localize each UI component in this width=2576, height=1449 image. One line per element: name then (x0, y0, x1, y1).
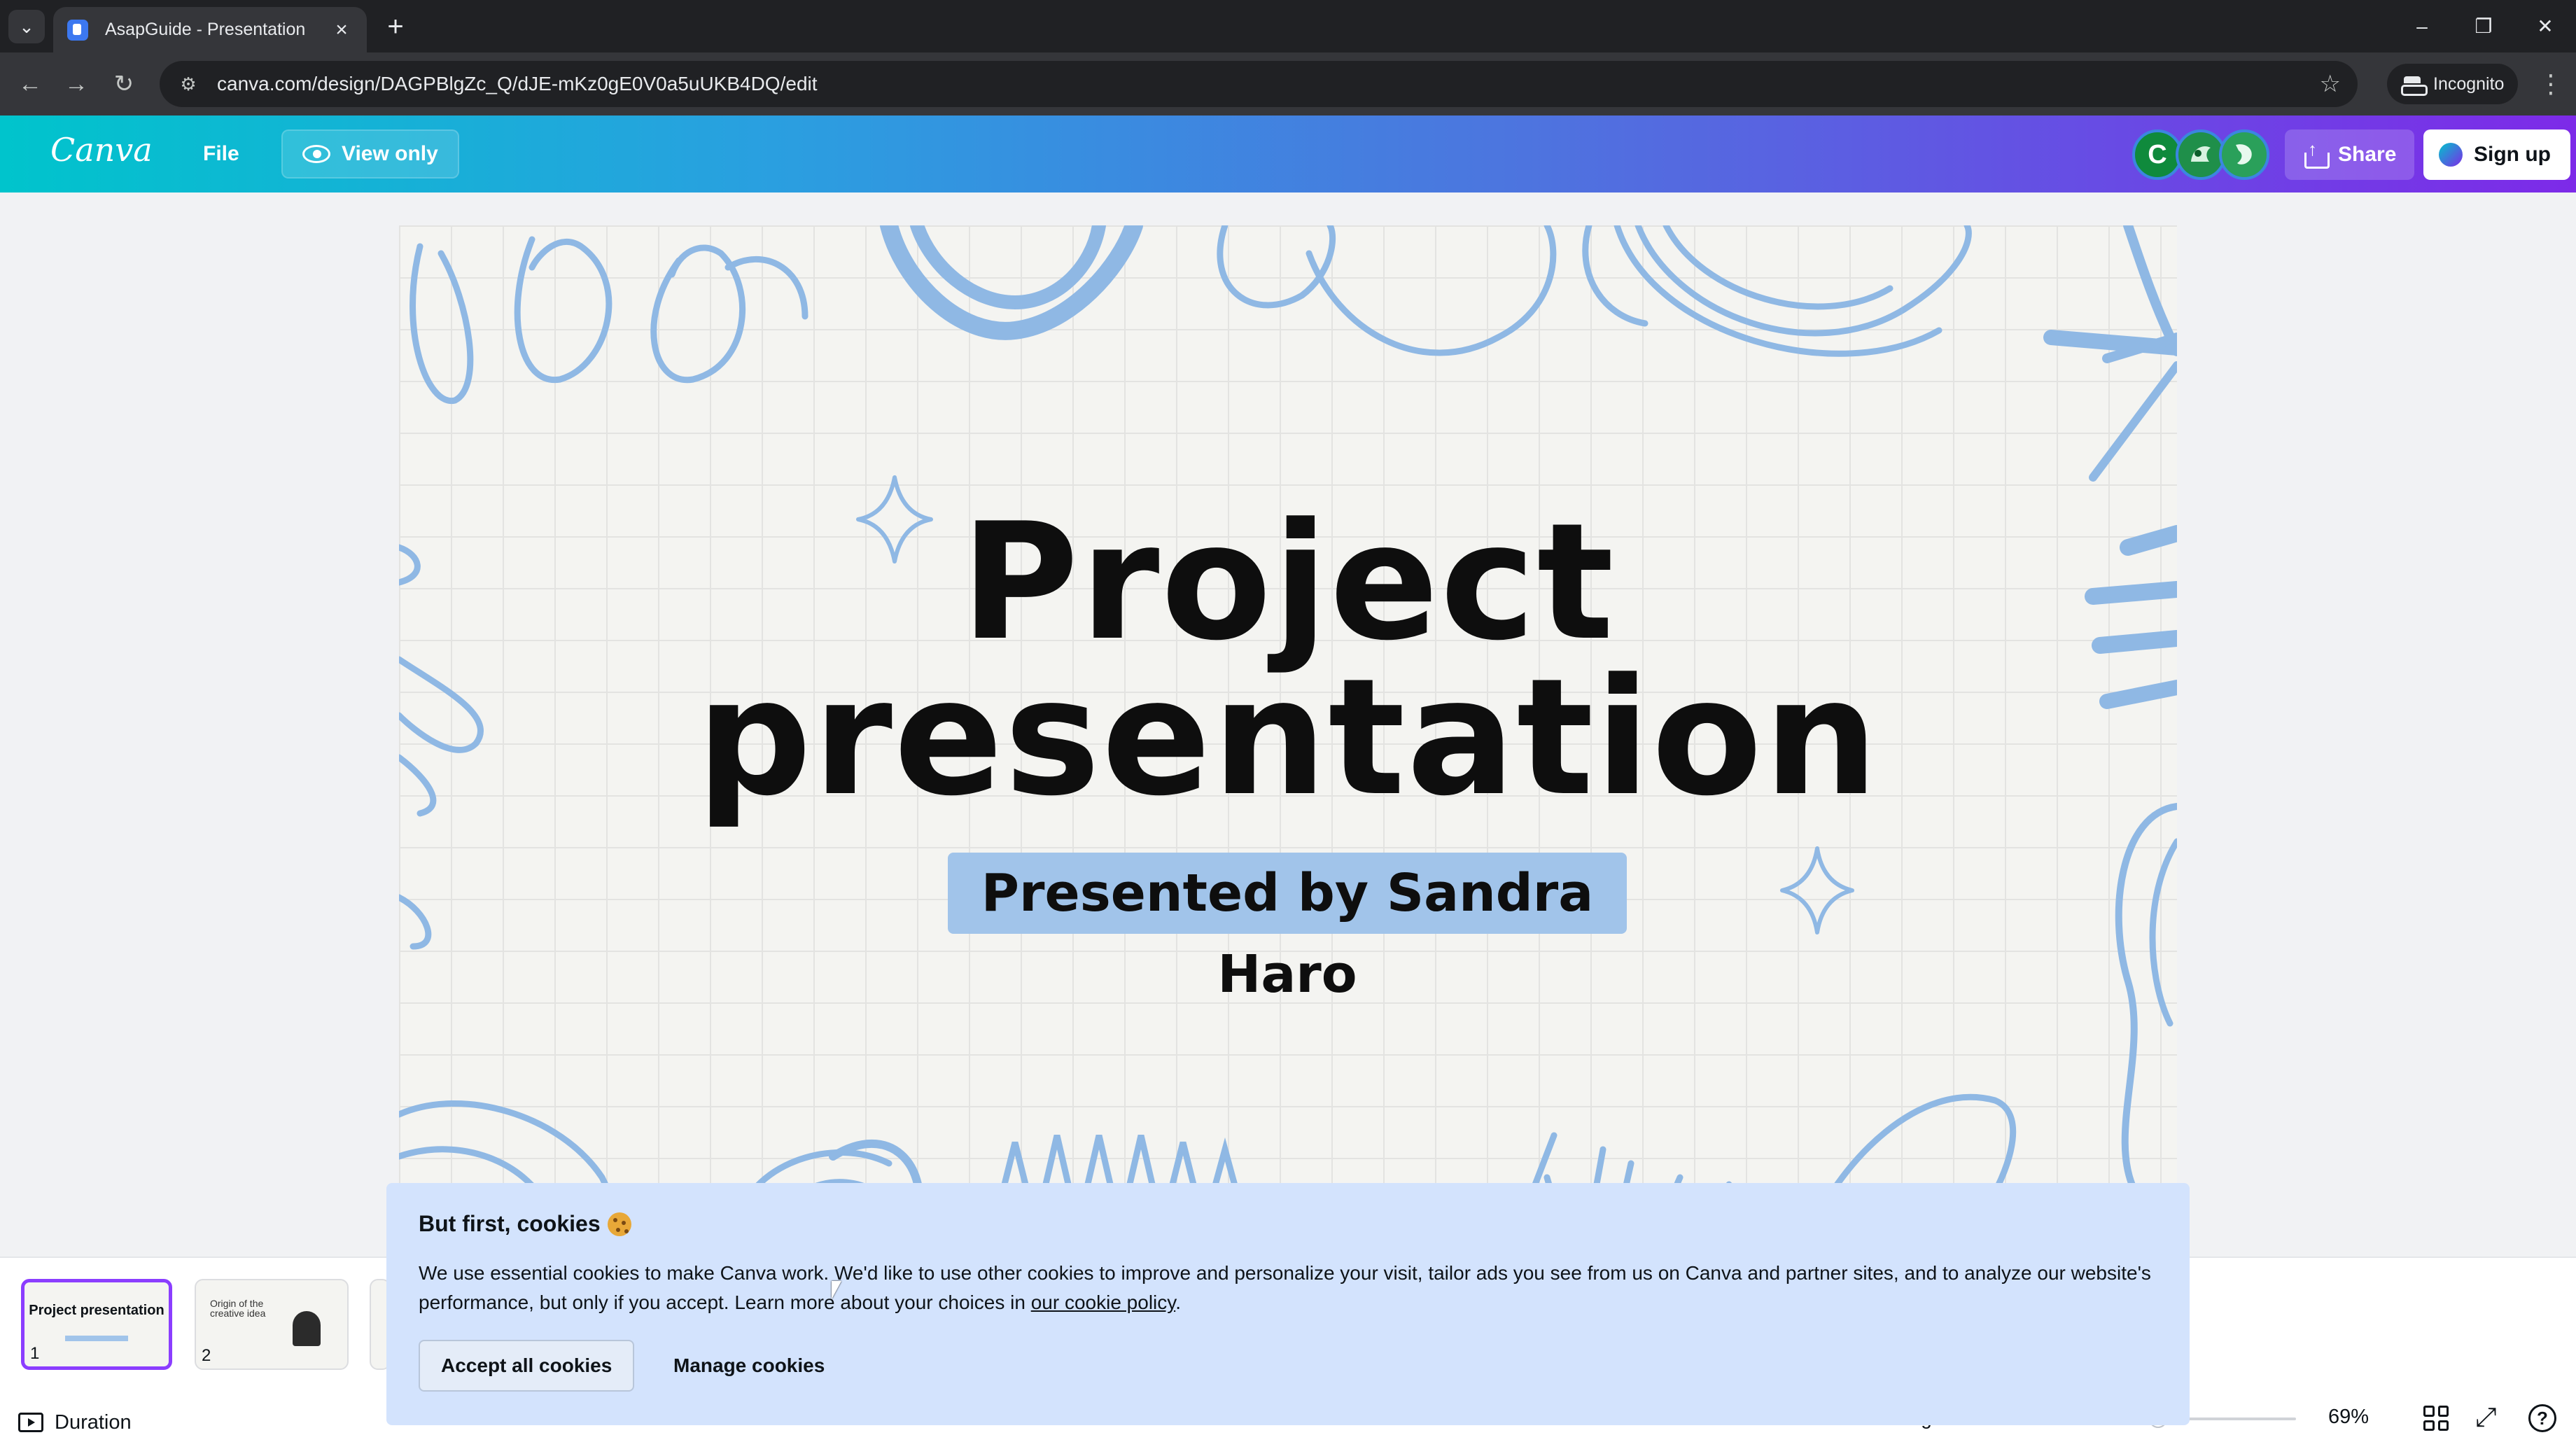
collaborator-avatars[interactable]: C (2132, 130, 2269, 180)
view-only-button[interactable]: View only (281, 130, 459, 178)
canva-header: Canva File View only C Share Sign up (0, 115, 2576, 192)
cookie-banner-title: But first, cookies (419, 1211, 631, 1237)
page-thumbnail[interactable]: Project presentation 1 (21, 1279, 172, 1370)
reload-icon[interactable]: ↻ (105, 65, 143, 103)
thumbnail-title: Origin of the creative idea (210, 1298, 266, 1319)
forward-icon[interactable]: → (57, 65, 95, 103)
page-thumbnail[interactable]: Origin of the creative idea 2 (195, 1279, 349, 1370)
eye-icon (302, 145, 330, 163)
play-icon (18, 1413, 43, 1432)
incognito-label: Incognito (2433, 74, 2505, 94)
address-bar: ← → ↻ ⚙ canva.com/design/DAGPBlgZc_Q/dJE… (0, 52, 2576, 115)
help-icon[interactable]: ? (2528, 1404, 2556, 1432)
cookie-policy-link[interactable]: our cookie policy (1031, 1292, 1175, 1313)
accept-all-cookies-button[interactable]: Accept all cookies (419, 1340, 635, 1392)
cookie-title-text: But first, cookies (419, 1211, 601, 1236)
cookie-banner-text: We use essential cookies to make Canva w… (419, 1259, 2162, 1317)
title-line-1: Project (960, 489, 1616, 676)
window-controls: – ❐ ✕ (2391, 0, 2576, 52)
canva-logo[interactable]: Canva (50, 131, 153, 169)
restore-icon[interactable]: ❐ (2453, 0, 2514, 52)
canva-icon (2439, 143, 2463, 167)
cookie-banner: But first, cookies We use essential cook… (386, 1183, 2190, 1425)
manage-cookies-button[interactable]: Manage cookies (652, 1340, 846, 1392)
cookie-period: . (1175, 1292, 1181, 1313)
file-menu-button[interactable]: File (189, 130, 253, 178)
incognito-badge[interactable]: Incognito (2387, 64, 2519, 104)
tab-list-icon[interactable]: ⌄ (8, 10, 45, 43)
slide-subtitle[interactable]: Presented by Sandra Haro (948, 853, 1627, 1004)
sign-up-label: Sign up (2474, 143, 2551, 166)
thumbnail-number: 1 (30, 1344, 40, 1363)
back-icon[interactable]: ← (11, 65, 49, 103)
duration-button[interactable]: Duration (18, 1407, 132, 1438)
tab-title: AsapGuide - Presentation (105, 20, 306, 39)
duration-label: Duration (55, 1410, 132, 1434)
title-line-2: presentation (696, 645, 1880, 832)
url-bar[interactable]: ⚙ canva.com/design/DAGPBlgZc_Q/dJE-mKz0g… (160, 61, 2358, 107)
cookie-body-text: We use essential cookies to make Canva w… (419, 1262, 2151, 1313)
share-label: Share (2338, 143, 2397, 166)
thumbnail-figure (293, 1311, 321, 1346)
minimize-icon[interactable]: – (2391, 0, 2453, 52)
cookie-icon (607, 1212, 631, 1236)
fullscreen-icon[interactable]: ⤢ (2475, 1403, 2496, 1433)
avatar[interactable] (2219, 130, 2269, 180)
browser-tab-bar: ⌄ AsapGuide - Presentation × + – ❐ ✕ (0, 0, 2576, 52)
view-only-label: View only (342, 142, 438, 165)
star-icon[interactable]: ☆ (2320, 70, 2341, 98)
thumbnail-number: 2 (202, 1346, 211, 1365)
close-icon[interactable]: × (330, 18, 353, 42)
plus-icon[interactable]: + (378, 10, 413, 43)
favicon-icon (67, 19, 88, 41)
mouse-cursor (832, 1281, 841, 1299)
avatar-image (2183, 136, 2219, 173)
thumbnail-title: Project presentation (29, 1303, 164, 1318)
incognito-icon (2401, 76, 2428, 96)
grid-view-icon[interactable] (2423, 1406, 2449, 1431)
share-button[interactable]: Share (2285, 130, 2415, 180)
zoom-value[interactable]: 69% (2328, 1406, 2369, 1429)
avatar-image (2226, 136, 2262, 173)
site-info-icon[interactable]: ⚙ (176, 72, 200, 96)
thumbnail-subtitle-bar (65, 1336, 128, 1341)
slide-canvas[interactable]: Project presentation Presented by Sandra… (399, 225, 2177, 1226)
browser-tab[interactable]: AsapGuide - Presentation × (53, 7, 367, 52)
sign-up-button[interactable]: Sign up (2423, 130, 2570, 180)
slide-title[interactable]: Project presentation (399, 489, 2177, 832)
kebab-menu-icon[interactable]: ⋮ (2537, 65, 2565, 103)
close-window-icon[interactable]: ✕ (2514, 0, 2576, 52)
url-text[interactable]: canva.com/design/DAGPBlgZc_Q/dJE-mKz0gE0… (217, 73, 2309, 95)
share-icon (2303, 139, 2330, 169)
